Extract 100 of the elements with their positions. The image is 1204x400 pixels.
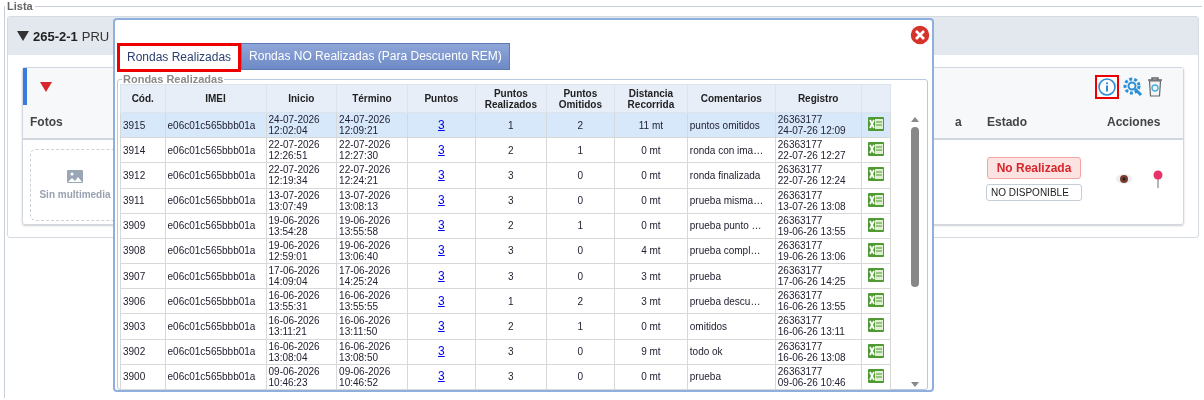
points-link[interactable]: 3 (438, 142, 445, 157)
pin-icon[interactable] (1153, 170, 1163, 188)
tab[interactable]: Rondas Realizadas (117, 43, 242, 72)
table-cell: 3 (475, 238, 547, 264)
table-cell: e06c01c565bbb01a (165, 263, 266, 289)
table-cell: 13-07-2026 13:08:13 (336, 188, 408, 214)
points-link[interactable]: 3 (438, 318, 445, 333)
points-link[interactable]: 3 (438, 369, 445, 384)
spreadsheet-icon[interactable] (867, 141, 884, 158)
table-cell: 3903 (120, 313, 165, 340)
table-cell: 0 mt (614, 162, 688, 188)
table-cell: 17-06-2026 14:25:24 (336, 263, 408, 289)
table-row[interactable]: 3912 e06c01c565bbb01a 22-07-2026 12:19:34 22-07-2026 12:24:21 3 3 0 0 mt ronda finalizada 26363177 22-07-26 12:24 (120, 162, 891, 188)
table-cell: 0 mt (614, 313, 688, 340)
table-cell: 1 (546, 213, 615, 239)
info-icon[interactable] (1095, 74, 1119, 99)
table-row[interactable]: 3908 e06c01c565bbb01a 19-06-2026 12:59:01 19-06-2026 13:06:40 3 3 0 4 mt prueba compl… 26363177 19-06-26 13:06 (120, 238, 891, 264)
table-cell: 16-06-2026 13:11:21 (266, 313, 337, 340)
table-cell: prueba (687, 364, 776, 390)
column-header: Puntos Omitidos (546, 84, 615, 113)
table-row[interactable]: 3907 e06c01c565bbb01a 17-06-2026 14:09:04 17-06-2026 14:25:24 3 3 0 3 mt prueba 26363177 17-06-26 14:25 (120, 263, 891, 289)
section-legend: Rondas Realizadas (122, 74, 225, 84)
points-link[interactable]: 3 (438, 167, 445, 182)
eye-icon[interactable] (1116, 174, 1132, 184)
table-cell: 2 (475, 313, 547, 340)
table-cell: 9 mt (614, 339, 688, 365)
table-row[interactable]: 3909 e06c01c565bbb01a 19-06-2026 13:54:28 19-06-2026 13:55:58 3 2 1 0 mt prueba punto … 26363177 19-06-26 13:55 (120, 213, 891, 239)
table-cell: ronda finalizada (687, 162, 776, 188)
table-cell: 3 (475, 364, 547, 390)
spreadsheet-icon[interactable] (867, 292, 884, 309)
trash-icon[interactable] (1147, 76, 1163, 97)
column-header: Puntos Realizados (475, 84, 547, 113)
table-row[interactable]: 3900 e06c01c565bbb01a 09-06-2026 10:46:23 09-06-2026 10:46:52 3 3 0 0 mt prueba 26363177 09-06-26 10:46 (120, 364, 891, 390)
spreadsheet-icon[interactable] (867, 267, 884, 284)
table-cell: puntos omitidos (687, 112, 776, 138)
table-row[interactable]: 3902 e06c01c565bbb01a 16-06-2026 13:08:04 16-06-2026 13:08:50 3 3 0 9 mt todo ok 26363177 16-06-26 13:08 (120, 339, 891, 365)
spreadsheet-icon[interactable] (867, 191, 884, 208)
spreadsheet-icon[interactable] (867, 317, 884, 334)
table-cell: 22-07-2026 12:19:34 (266, 162, 337, 188)
table-cell: e06c01c565bbb01a (165, 339, 266, 365)
gear-search-icon[interactable] (1123, 76, 1143, 97)
column-header: Registro (775, 84, 862, 113)
spreadsheet-icon[interactable] (867, 116, 884, 133)
table-row[interactable]: 3915 e06c01c565bbb01a 24-07-2026 12:02:04 24-07-2026 12:09:21 3 1 2 11 mt puntos omitidos 26363177 24-07-26 12:09 (120, 112, 891, 138)
table-cell: 1 (546, 137, 615, 163)
table-cell: 26363177 19-06-26 13:06 (775, 238, 862, 264)
points-link[interactable]: 3 (438, 193, 445, 208)
points-link[interactable]: 3 (438, 117, 445, 132)
table-cell: 0 (546, 263, 615, 289)
section-legend: Lista (5, 0, 35, 12)
table-cell: 0 mt (614, 213, 688, 239)
table-cell: 3 mt (614, 263, 688, 289)
table-cell: 3 (475, 162, 547, 188)
table-cell: 3902 (120, 339, 165, 365)
points-link[interactable]: 3 (438, 218, 445, 233)
points-link[interactable]: 3 (438, 268, 445, 283)
table-cell: 3914 (120, 137, 165, 163)
table-cell: 16-06-2026 13:08:50 (336, 339, 408, 365)
table-cell: 26363177 17-06-26 14:25 (775, 263, 862, 289)
table-cell: 3909 (120, 213, 165, 239)
table-row[interactable]: 3914 e06c01c565bbb01a 22-07-2026 12:26:51 22-07-2026 12:27:30 3 2 1 0 mt ronda con ima… 26363177 22-07-26 12:27 (120, 137, 891, 163)
table-cell: prueba misma… (687, 188, 776, 214)
table-row[interactable]: 3903 e06c01c565bbb01a 16-06-2026 13:11:21 16-06-2026 13:11:50 3 2 1 0 mt omitidos 26363177 16-06-26 13:11 (120, 313, 891, 340)
spreadsheet-icon[interactable] (867, 166, 884, 183)
points-link[interactable]: 3 (438, 243, 445, 258)
spreadsheet-icon[interactable] (867, 241, 884, 258)
table-cell: 19-06-2026 13:06:40 (336, 238, 408, 264)
close-icon[interactable] (909, 24, 931, 46)
table-cell: 3900 (120, 364, 165, 390)
spreadsheet-icon[interactable] (867, 367, 884, 384)
points-link[interactable]: 3 (438, 344, 445, 359)
table-cell: 13-07-2026 13:07:49 (266, 188, 337, 214)
table-cell: 26363177 16-06-26 13:55 (775, 288, 862, 314)
table-cell: e06c01c565bbb01a (165, 213, 266, 239)
table-cell: 26363177 16-06-26 13:08 (775, 339, 862, 365)
table-cell: 22-07-2026 12:24:21 (336, 162, 408, 188)
table-cell: 17-06-2026 14:09:04 (266, 263, 337, 289)
table-cell: prueba (687, 263, 776, 289)
table-cell: e06c01c565bbb01a (165, 288, 266, 314)
table-cell: 3 (475, 339, 547, 365)
table-cell: 1 (546, 313, 615, 340)
spreadsheet-icon[interactable] (867, 342, 884, 359)
table-cell: 4 mt (614, 238, 688, 264)
media-label: Sin multimedia (39, 189, 111, 200)
table-cell: 1 (475, 288, 547, 314)
column-header: Puntos (407, 84, 476, 113)
table-row[interactable]: 3911 e06c01c565bbb01a 13-07-2026 13:07:49 13-07-2026 13:08:13 3 3 0 0 mt prueba misma… 26363177 13-07-26 13:08 (120, 188, 891, 214)
table-cell: 16-06-2026 13:55:31 (266, 288, 337, 314)
spreadsheet-icon[interactable] (867, 216, 884, 233)
column-header: Cód. (120, 84, 165, 113)
table-cell: prueba compl… (687, 238, 776, 264)
column-header: Distancia Recorrida (614, 84, 688, 113)
caret-icon[interactable] (17, 31, 29, 41)
table-cell: 09-06-2026 10:46:52 (336, 364, 408, 390)
table-row[interactable]: 3906 e06c01c565bbb01a 16-06-2026 13:55:31 16-06-2026 13:55:55 3 1 2 3 mt prueba descu… 26363177 16-06-26 13:55 (120, 288, 891, 314)
status-badge: No Realizada (986, 157, 1082, 179)
column-header: Fotos (30, 115, 63, 129)
caret-icon[interactable] (40, 81, 52, 92)
points-link[interactable]: 3 (438, 293, 445, 308)
column-header: Acciones (1107, 115, 1161, 129)
